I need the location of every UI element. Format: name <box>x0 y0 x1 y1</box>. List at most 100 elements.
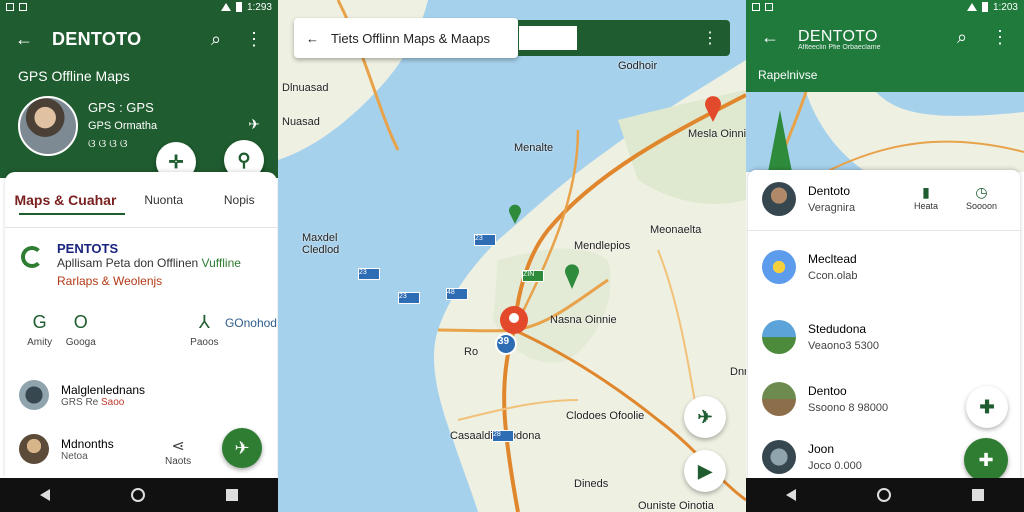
list-title: Mdnonths <box>61 436 114 451</box>
right-phone: 1:203 ← DENTOTO ⌕ ⋮ Aflteeclin Pfie Orba… <box>746 0 1024 512</box>
list-item[interactable]: Mdnonths Netoa <box>19 434 114 464</box>
sim-icon <box>19 3 27 11</box>
list-avatar <box>19 434 49 464</box>
map-label: Godhoir <box>618 60 658 72</box>
list-sub: Netoa <box>61 450 88 462</box>
avatar[interactable] <box>18 96 78 156</box>
share-icon: ⋖ <box>171 438 185 455</box>
tab-maps[interactable]: Maps & Cuahar <box>5 192 126 208</box>
map-label: Mendlepios <box>574 240 631 252</box>
tool-soooon[interactable]: ◷ Soooon <box>966 184 997 211</box>
add-place-fab[interactable]: ✚ <box>966 386 1008 428</box>
back-arrow-icon[interactable]: ← <box>760 27 780 48</box>
tool-heata[interactable]: ▮ Heata <box>914 184 938 211</box>
map-label: Meonaelta <box>650 224 702 236</box>
search-icon[interactable]: ⌕ <box>206 29 226 50</box>
action-amity[interactable]: G Amity <box>19 312 60 348</box>
pin-label: 39 <box>498 336 510 347</box>
share-label: Naots <box>165 456 192 467</box>
back-arrow-icon[interactable]: ← <box>14 29 34 50</box>
location-marker-dot <box>509 313 519 323</box>
list-item[interactable]: Malglenlednans GRS Re Saoo <box>19 380 145 410</box>
divider <box>748 230 1020 231</box>
status-time: 1:203 <box>992 1 1018 13</box>
map-label: Dineds <box>574 478 609 490</box>
nav-bar <box>0 478 278 512</box>
profile-line3: ଓ ଓ ଓ ଓ <box>88 138 128 150</box>
map-label: Cledlod <box>302 244 340 256</box>
status-bar: 1:203 <box>746 0 1024 14</box>
more-vert-icon[interactable]: ⋮ <box>244 29 264 50</box>
back-arrow-icon[interactable]: ← <box>306 31 319 46</box>
notification-icon <box>752 3 760 11</box>
search-bar[interactable]: ← Tiets Offlinn Maps & Maaps <box>294 18 518 58</box>
share-action[interactable]: ⋖ Naots <box>165 436 191 467</box>
directions-fab[interactable]: ▶ <box>684 450 726 492</box>
map-label: Menalte <box>514 142 554 154</box>
row-sub: Ccon.olab <box>808 270 858 282</box>
road-shield: 28 <box>492 430 514 442</box>
googa-icon: O <box>73 312 88 332</box>
row-sub: Veragnira <box>808 202 856 214</box>
back-icon[interactable] <box>40 489 51 501</box>
list-item[interactable]: Mecltead Ccon.olab <box>762 250 858 284</box>
road-shield: ZIN <box>522 270 544 282</box>
map-view[interactable]: ← Tiets Offlinn Maps & Maaps ⋮ Godhoir D… <box>278 0 746 512</box>
row-title: Dentoo <box>808 384 847 398</box>
right-header: 1:203 ← DENTOTO ⌕ ⋮ Aflteeclin Pfie Orba… <box>746 0 1024 92</box>
quick-actions: G Amity O Googa ⅄ Paoos GOnohod <box>5 312 277 348</box>
add-fab[interactable]: ✈ <box>222 428 262 468</box>
header-row[interactable]: Dentoto Veragnira <box>762 182 855 216</box>
tab-nopis[interactable]: Nopis <box>201 193 277 207</box>
map-label: Clodoes Ofoolie <box>566 410 645 422</box>
places-card: Dentoto Veragnira ▮ Heata ◷ Soooon Mecltea… <box>748 170 1020 480</box>
list-item[interactable]: Stedudona Veaono3 5300 <box>762 320 879 354</box>
more-vert-icon[interactable]: ⋮ <box>702 28 718 48</box>
recents-icon[interactable] <box>971 489 984 501</box>
search-field[interactable] <box>519 26 577 50</box>
plus-icon: ✚ <box>978 449 994 470</box>
action-label: Googa <box>65 337 96 348</box>
navigation-icon: ✛ <box>168 151 184 172</box>
battery-icon <box>235 2 242 12</box>
recents-icon[interactable] <box>225 489 238 501</box>
more-vert-icon[interactable]: ⋮ <box>990 27 1010 48</box>
action-googa[interactable]: O Googa <box>60 312 101 348</box>
row-title: Dentoto <box>808 184 851 198</box>
tool-label: Soooon <box>966 201 998 211</box>
action-label: Paoos <box>190 337 219 348</box>
brand-line: Apllisam Peta don Offlinen <box>57 256 199 270</box>
directions-icon: ▶ <box>698 460 712 481</box>
navigate-fab[interactable]: ✈ <box>684 396 726 438</box>
tab-nuonta[interactable]: Nuonta <box>126 193 202 207</box>
tool-label: Heata <box>914 201 939 211</box>
pin-icon[interactable]: ✈ <box>248 116 260 133</box>
row-sub: Ssoono 8 98000 <box>808 402 889 414</box>
profile-line1: GPS : GPS <box>88 100 154 115</box>
map-label: Ouniste Oinotia <box>638 500 714 512</box>
list-item[interactable]: Dentoo Ssoono 8 98000 <box>762 382 888 416</box>
add-fab[interactable]: ✚ <box>964 438 1008 482</box>
mini-map[interactable] <box>746 92 1024 172</box>
road-shield: 23 <box>358 268 380 280</box>
status-time: 1:293 <box>246 1 272 13</box>
app-bar: ← DENTOTO ⌕ ⋮ <box>0 14 278 64</box>
row-sub: Joco 0.000 <box>808 460 862 472</box>
back-icon[interactable] <box>786 489 797 501</box>
list-sub: GRS Re <box>61 396 99 408</box>
list-item[interactable]: Joon Joco 0.000 <box>762 440 862 474</box>
search-icon[interactable]: ⌕ <box>952 27 972 48</box>
road-shield: 23 <box>474 234 496 246</box>
left-phone: 1:293 ← DENTOTO ⌕ ⋮ GPS Offline Maps GPS… <box>0 0 278 512</box>
list-title: Malglenlednans <box>61 382 146 397</box>
status-bar: 1:293 <box>0 0 278 14</box>
gonohod-link[interactable]: GOnohod <box>225 316 277 348</box>
home-icon[interactable] <box>130 488 145 502</box>
tab-bar: Maps & Cuahar Nuonta Nopis <box>5 172 277 228</box>
list-sub-red: Saoo <box>101 396 125 408</box>
map-label: Dnndernodd <box>730 366 746 378</box>
action-paoos[interactable]: ⅄ Paoos <box>184 312 225 348</box>
row-title: Stedudona <box>808 322 867 336</box>
wifi-icon <box>966 3 977 11</box>
home-icon[interactable] <box>876 488 891 502</box>
